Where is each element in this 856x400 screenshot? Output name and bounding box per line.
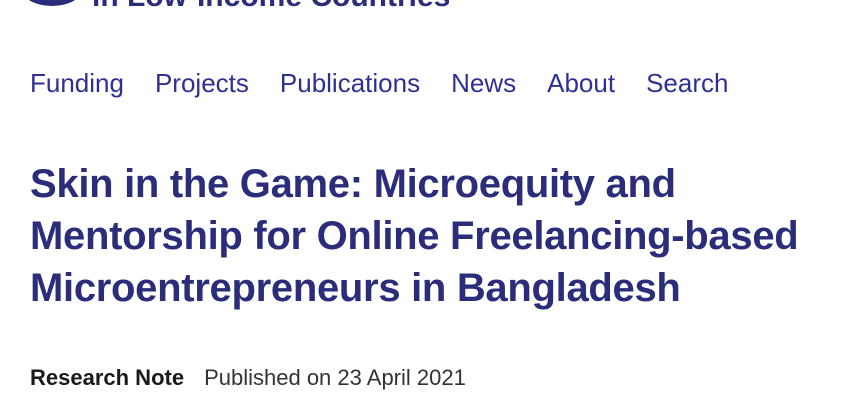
page-title: Skin in the Game: Microequity and Mentor… — [30, 158, 856, 314]
nav-link-funding[interactable]: Funding — [30, 66, 124, 100]
nav-item: Search — [646, 66, 728, 100]
page-title-line: Mentorship for Online Freelancing-based — [30, 214, 799, 258]
page-title-line: Skin in the Game: Microequity and — [30, 162, 676, 206]
nav-link-about[interactable]: About — [547, 66, 615, 100]
nav-link-publications[interactable]: Publications — [280, 66, 420, 100]
nav-item: Projects — [155, 66, 249, 100]
nav-list: Funding Projects Publications News About… — [30, 66, 728, 100]
nav-item: Funding — [30, 66, 124, 100]
site-tagline: in Low-Income Countries — [92, 0, 450, 15]
publication-type: Research Note — [30, 365, 185, 390]
article-meta: Research Note Published on 23 April 2021 — [30, 364, 466, 392]
circle-logo-icon[interactable] — [24, 0, 80, 6]
page-title-line: Microentrepreneurs in Bangladesh — [30, 266, 681, 310]
nav-link-search[interactable]: Search — [646, 66, 728, 100]
publication-date: Published on 23 April 2021 — [204, 365, 466, 390]
nav-item: Publications — [280, 66, 420, 100]
nav-item: News — [451, 66, 516, 100]
nav-item: About — [547, 66, 615, 100]
site-header: in Low-Income Countries — [0, 0, 856, 20]
nav-link-projects[interactable]: Projects — [155, 66, 249, 100]
nav-link-news[interactable]: News — [451, 66, 516, 100]
